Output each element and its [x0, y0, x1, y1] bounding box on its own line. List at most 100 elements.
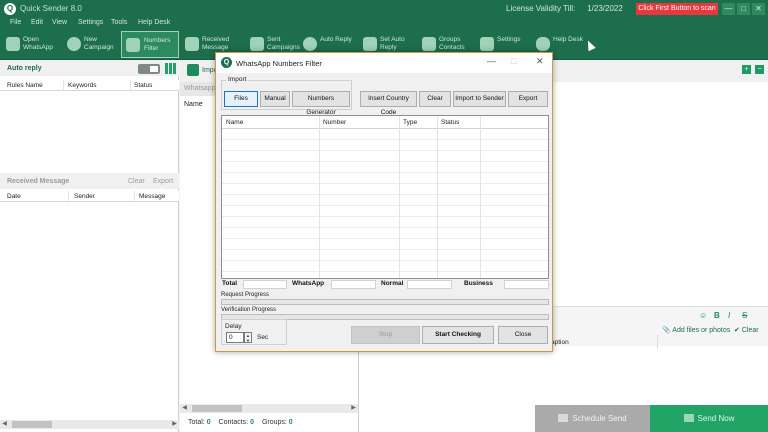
- remove-icon[interactable]: −: [755, 65, 764, 74]
- column-type[interactable]: Type: [403, 119, 417, 126]
- scroll-right-icon[interactable]: ▶: [170, 420, 179, 429]
- column-number[interactable]: Number: [323, 119, 346, 126]
- menu-settings[interactable]: Settings: [78, 19, 103, 26]
- grid-icon[interactable]: [165, 63, 176, 74]
- calendar-icon: [558, 414, 569, 422]
- auto-reply-header: Auto reply: [0, 60, 179, 76]
- minimize-button[interactable]: —: [722, 3, 735, 15]
- menu-tools[interactable]: Tools: [111, 19, 127, 26]
- menu-file[interactable]: File: [10, 19, 21, 26]
- license-info: License Validity Till: 1/23/2022: [506, 4, 623, 13]
- plus-circle-icon: [67, 37, 81, 51]
- tool-numbers-filter[interactable]: Numbers Filter: [121, 31, 179, 58]
- caption-column[interactable]: aption: [551, 339, 569, 346]
- total-count-value: [243, 280, 287, 289]
- scroll-left-icon[interactable]: ◀: [180, 404, 189, 413]
- delay-label: Delay: [225, 323, 242, 330]
- column-status[interactable]: Status: [441, 119, 459, 126]
- received-header: Received Message Clear Export: [0, 173, 179, 189]
- normal-count-value: [407, 280, 452, 289]
- dialog-close-button[interactable]: ✕: [536, 56, 544, 67]
- auto-reply-toggle[interactable]: [138, 64, 160, 74]
- middle-horizontal-scrollbar[interactable]: ◀ ▶: [180, 404, 358, 413]
- tool-open-whatsapp[interactable]: Open WhatsApp: [6, 31, 62, 58]
- column-keywords[interactable]: Keywords: [68, 82, 97, 89]
- schedule-send-label: Schedule Send: [572, 414, 627, 423]
- total-label: Total:: [188, 419, 205, 426]
- menu-edit[interactable]: Edit: [31, 19, 43, 26]
- tool-label: Help Desk: [553, 36, 583, 43]
- scroll-thumb[interactable]: [192, 405, 242, 412]
- close-button[interactable]: ✕: [752, 3, 765, 15]
- scan-button[interactable]: Click First Button to scan: [636, 3, 718, 15]
- manual-button[interactable]: Manual: [260, 91, 290, 107]
- start-checking-button[interactable]: Start Checking: [422, 326, 494, 344]
- column-rules-name[interactable]: Rules Name: [7, 82, 43, 89]
- groups-icon: [422, 37, 436, 51]
- send-icon: [683, 414, 694, 422]
- app-window: Q Quick Sender 8.0 License Validity Till…: [0, 0, 768, 432]
- total-count-label: Total: [222, 280, 238, 287]
- column-date[interactable]: Date: [7, 193, 21, 200]
- dialog-clear-button[interactable]: Clear: [419, 91, 451, 107]
- left-horizontal-scrollbar[interactable]: ◀ ▶: [0, 420, 179, 429]
- schedule-send-button[interactable]: Schedule Send: [535, 405, 650, 432]
- delay-spinner[interactable]: ▲ ▼: [244, 332, 252, 343]
- groups-value: 0: [288, 419, 293, 426]
- app-title: Quick Sender 8.0: [20, 4, 82, 13]
- dialog-maximize-button: □: [511, 56, 517, 66]
- tool-new-campaign[interactable]: New Campaign: [67, 31, 121, 58]
- contact-counts: Total: 0 Contacts: 0 Groups: 0: [188, 419, 299, 426]
- italic-icon[interactable]: I: [728, 311, 730, 320]
- tool-label: Auto Reply: [320, 36, 352, 43]
- insert-country-code-button[interactable]: Insert Country Code: [360, 91, 417, 116]
- tool-label: New Campaign: [84, 36, 114, 51]
- numbers-generator-button[interactable]: Numbers Generator: [292, 91, 350, 116]
- menu-view[interactable]: View: [52, 19, 67, 26]
- received-clear-button[interactable]: Clear: [128, 178, 145, 185]
- import-icon[interactable]: [187, 64, 199, 76]
- dialog-logo-icon: Q: [221, 57, 232, 68]
- dialog-minimize-button[interactable]: —: [487, 56, 496, 66]
- files-button[interactable]: Files: [224, 91, 258, 107]
- emoji-icon[interactable]: ☺: [699, 311, 707, 320]
- left-panel: Auto reply Rules Name Keywords Status Re…: [0, 60, 179, 432]
- contacts-label: Contacts:: [218, 419, 249, 426]
- tool-label: Settings: [497, 36, 521, 43]
- qr-icon: [6, 37, 20, 51]
- column-separator: [63, 80, 64, 91]
- send-now-button[interactable]: Send Now: [650, 405, 768, 432]
- column-name[interactable]: Name: [226, 119, 243, 126]
- strikethrough-icon[interactable]: S: [742, 311, 747, 320]
- dialog-close-action-button[interactable]: Close: [498, 326, 548, 344]
- import-to-sender-button[interactable]: Import to Sender: [453, 91, 506, 107]
- scroll-right-icon[interactable]: ▶: [349, 404, 358, 413]
- whatsapp-label: Whatsapp: [184, 85, 216, 92]
- column-separator: [68, 191, 69, 202]
- scroll-left-icon[interactable]: ◀: [0, 420, 9, 429]
- dialog-export-button[interactable]: Export: [508, 91, 548, 107]
- clear-button[interactable]: ✔ Clear: [734, 326, 759, 334]
- clear-label: Clear: [741, 327, 759, 334]
- maximize-button[interactable]: □: [737, 3, 750, 15]
- column-sender[interactable]: Sender: [74, 193, 95, 200]
- name-column[interactable]: Name: [184, 101, 203, 108]
- numbers-table-header: Name Number Type Status: [222, 116, 548, 129]
- column-status[interactable]: Status: [134, 82, 152, 89]
- import-group-label: Import: [226, 76, 249, 83]
- column-separator: [130, 80, 131, 91]
- add-files-button[interactable]: 📎 Add files or photos: [662, 326, 730, 334]
- request-progress-bar: [221, 299, 549, 305]
- delay-input[interactable]: 0: [226, 332, 244, 343]
- headset-icon: [303, 37, 317, 51]
- bold-icon[interactable]: B: [714, 311, 720, 320]
- column-message[interactable]: Message: [139, 193, 165, 200]
- verification-progress-label: Verification Progress: [221, 307, 277, 313]
- add-icon[interactable]: +: [742, 65, 751, 74]
- scroll-thumb[interactable]: [12, 421, 52, 428]
- tool-label: Set Auto Reply: [380, 36, 405, 51]
- numbers-table[interactable]: Name Number Type Status: [221, 115, 549, 279]
- menu-help-desk[interactable]: Help Desk: [138, 19, 170, 26]
- received-export-button[interactable]: Export: [153, 178, 173, 185]
- sliders-icon: [480, 37, 494, 51]
